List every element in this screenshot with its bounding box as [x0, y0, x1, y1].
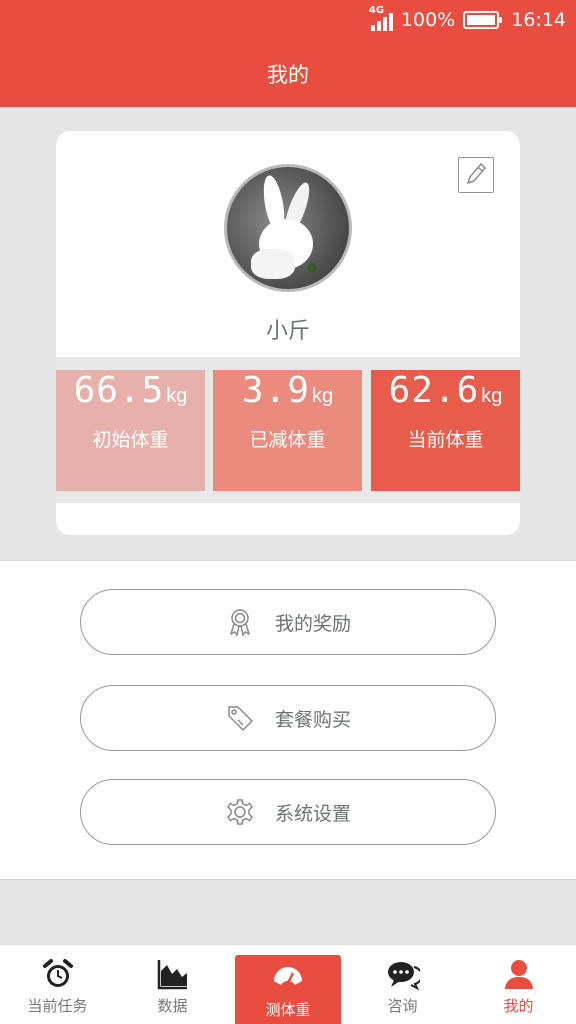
nickname: 小斤	[265, 319, 310, 344]
menu-panel: 我的奖励 套餐购买 系统设置	[0, 560, 576, 880]
tab-data[interactable]: 数据	[115, 945, 230, 1024]
system-settings-button[interactable]: 系统设置	[80, 779, 496, 845]
system-settings-label: 系统设置	[274, 802, 351, 825]
tab-mine-label: 我的	[503, 997, 534, 1015]
signal-icon: 4G	[369, 5, 395, 31]
battery-icon	[463, 11, 503, 29]
lost-weight-unit: kg	[311, 385, 334, 407]
current-weight-stat: 62.6 kg 当前体重	[371, 370, 520, 491]
tab-current-task-label: 当前任务	[27, 997, 88, 1015]
tab-consult[interactable]: 咨询	[345, 945, 460, 1024]
chat-bubbles-icon	[387, 962, 420, 991]
my-rewards-label: 我的奖励	[274, 612, 351, 635]
avatar[interactable]	[224, 164, 352, 292]
bottom-tab-bar: 当前任务 数据 测体重 咨询 我的	[0, 944, 576, 1024]
lost-weight-value: 3.9	[241, 370, 310, 411]
edit-profile-button[interactable]	[458, 157, 494, 193]
my-rewards-button[interactable]: 我的奖励	[80, 589, 496, 655]
price-tag-icon	[228, 706, 254, 732]
alarm-clock-icon	[42, 959, 73, 987]
current-weight-label: 当前体重	[407, 429, 484, 451]
package-purchase-button[interactable]: 套餐购买	[80, 685, 496, 751]
tab-mine[interactable]: 我的	[461, 945, 576, 1024]
current-weight-unit: kg	[481, 385, 503, 407]
package-purchase-label: 套餐购买	[274, 708, 351, 731]
tab-weigh-label: 测体重	[265, 1001, 311, 1019]
pencil-icon	[466, 162, 487, 185]
initial-weight-label: 初始体重	[92, 429, 169, 451]
initial-weight-unit: kg	[166, 385, 188, 407]
tab-current-task[interactable]: 当前任务	[0, 945, 115, 1024]
initial-weight-stat: 66.5 kg 初始体重	[56, 370, 205, 491]
person-icon	[504, 960, 533, 989]
award-ribbon-icon	[229, 609, 251, 637]
tab-weigh[interactable]: 测体重	[235, 955, 341, 1024]
gear-icon	[227, 799, 253, 825]
status-bar: 4G 100% 16:14	[0, 0, 576, 40]
lost-weight-label: 已减体重	[249, 429, 326, 451]
clock: 16:14	[511, 9, 566, 31]
area-chart-icon	[157, 960, 187, 990]
page-title: 我的	[267, 62, 309, 87]
tab-consult-label: 咨询	[387, 997, 418, 1015]
current-weight-value: 62.6	[388, 370, 480, 411]
tab-data-label: 数据	[157, 997, 188, 1015]
scale-gauge-icon	[274, 967, 302, 985]
lost-weight-stat: 3.9 kg 已减体重	[213, 370, 362, 491]
profile-card: 小斤 66.5 kg 初始体重 3.9 kg 已减体重 62.6 kg 当前体重	[56, 131, 520, 535]
battery-percent: 100%	[400, 9, 456, 31]
initial-weight-value: 66.5	[73, 370, 165, 411]
page-header: 我的	[0, 40, 576, 107]
